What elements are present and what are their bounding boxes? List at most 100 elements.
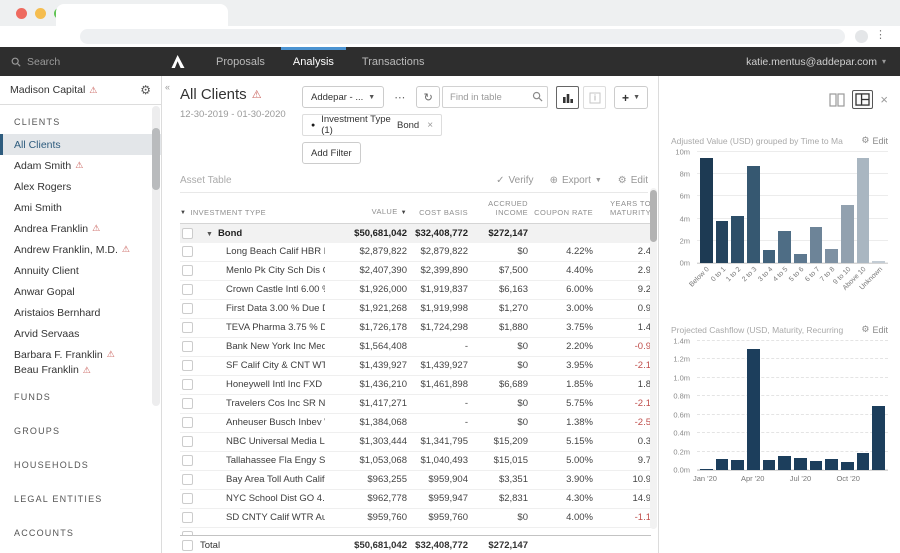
chart-bar[interactable] [810, 461, 823, 470]
chart-bar[interactable] [700, 469, 713, 470]
verify-button[interactable]: ✓Verify [496, 175, 533, 186]
chart-bar[interactable] [872, 406, 885, 471]
table-row[interactable]: Crown Castle Intl 6.00 % Due...$1,926,00… [180, 281, 651, 300]
remove-filter-icon[interactable]: × [427, 120, 433, 131]
row-checkbox[interactable] [182, 360, 193, 371]
org-selector[interactable]: Madison Capital ⚠ ⚙ [0, 76, 161, 105]
chart-bar[interactable] [794, 254, 807, 263]
table-row[interactable]: Menlo Pk City Sch Dis GO 4...$2,407,390$… [180, 262, 651, 281]
url-bar[interactable] [80, 29, 845, 44]
table-vertical-scrollbar-thumb[interactable] [650, 190, 657, 242]
row-checkbox[interactable] [182, 303, 193, 314]
row-checkbox[interactable] [182, 493, 193, 504]
col-accrued-income[interactable]: ACCRUED INCOME [468, 199, 528, 218]
nav-tab-transactions[interactable]: Transactions [348, 47, 439, 76]
total-row[interactable]: Total$50,681,042$32,408,772$272,147 [180, 535, 651, 553]
collapse-sidebar-icon[interactable]: « [165, 82, 170, 92]
row-checkbox[interactable] [182, 512, 193, 523]
nav-tab-proposals[interactable]: Proposals [202, 47, 279, 76]
sidebar-section-legal-entities[interactable]: LEGAL ENTITIES [0, 494, 161, 511]
table-row[interactable]: NYC School Dist GO 4.30 % ...$962,778$95… [180, 490, 651, 509]
table-row[interactable]: First Data 3.00 % Due Dec 31...$1,921,26… [180, 300, 651, 319]
table-row[interactable]: Honeywell Intl Inc FXD RT SR...$1,436,21… [180, 376, 651, 395]
chart-bar[interactable] [825, 459, 838, 470]
chart-bar[interactable] [872, 261, 885, 263]
chart-bar[interactable] [810, 227, 823, 263]
global-search[interactable]: Search [0, 56, 162, 68]
sidebar-item-client[interactable]: Aristaios Bernhard [0, 302, 161, 323]
refresh-button[interactable]: ↻ [416, 86, 440, 108]
table-vertical-scrollbar[interactable] [650, 188, 657, 529]
table-row[interactable]: Anheuser Busch Inbev World...$1,384,068-… [180, 414, 651, 433]
chart-bar[interactable] [778, 231, 791, 263]
chart-bar[interactable] [841, 462, 854, 470]
user-menu[interactable]: katie.mentus@addepar.com ▾ [746, 56, 900, 68]
row-checkbox[interactable] [182, 341, 193, 352]
row-checkbox[interactable] [182, 474, 193, 485]
chart-bar[interactable] [763, 460, 776, 470]
window-minimize-button[interactable] [35, 8, 46, 19]
chart-bar[interactable] [731, 460, 744, 470]
chart-bar[interactable] [794, 458, 807, 470]
more-options-button[interactable]: ⋯ [390, 86, 410, 108]
table-row[interactable]: SF Calif City & CNT WTR Rev...$1,439,927… [180, 357, 651, 376]
chart-bar[interactable] [747, 349, 760, 470]
sidebar-section-groups[interactable]: GROUPS [0, 426, 161, 443]
table-row[interactable]: Travelers Cos Inc SR NT B/E ...$1,417,27… [180, 395, 651, 414]
row-checkbox[interactable] [182, 436, 193, 447]
table-row[interactable]: Bay Area Toll Auth Calif Toll B...$963,2… [180, 471, 651, 490]
chart-bar[interactable] [841, 205, 854, 263]
sidebar-scrollbar-thumb[interactable] [152, 128, 160, 190]
col-cost-basis[interactable]: COST BASIS [407, 208, 468, 217]
table-row[interactable]: SD CNTY Calif WTR Auth Wa...$959,760$959… [180, 509, 651, 528]
col-years-to-maturity[interactable]: YEARS TO MATURITY [593, 199, 651, 218]
row-checkbox[interactable] [182, 417, 193, 428]
row-checkbox[interactable] [182, 455, 193, 466]
addepar-logo[interactable] [170, 54, 186, 69]
table-row[interactable]: NBC Universal Media LLC SR...$1,303,444$… [180, 433, 651, 452]
sidebar-section-funds[interactable]: FUNDS [0, 392, 161, 409]
row-checkbox[interactable] [182, 398, 193, 409]
chart-bar[interactable] [857, 453, 870, 470]
sidebar-item-client[interactable]: Ami Smith [0, 197, 161, 218]
table-row[interactable]: Bank New York Inc Medium ...$1,564,408-$… [180, 338, 651, 357]
chart-bar[interactable] [857, 158, 870, 263]
gear-icon[interactable]: ⚙ [140, 83, 151, 97]
chart-bar[interactable] [825, 249, 838, 263]
row-checkbox[interactable] [182, 322, 193, 333]
row-checkbox[interactable] [182, 228, 193, 239]
sidebar-section-accounts[interactable]: ACCOUNTS [0, 528, 161, 545]
nav-tab-analysis[interactable]: Analysis [279, 47, 348, 76]
sidebar-item-client[interactable]: Barbara F. Franklin⚠ [0, 344, 161, 365]
table-row[interactable]: TEVA Pharma 3.75 % Due Ju...$1,726,178$1… [180, 319, 651, 338]
expand-all-icon[interactable]: ▼ [180, 210, 186, 218]
layout-columns-icon[interactable] [829, 93, 845, 107]
browser-tab[interactable] [56, 4, 228, 26]
browser-menu-icon[interactable]: ⋮ [875, 28, 886, 41]
collapse-group-icon[interactable]: ▼ [206, 231, 213, 238]
sidebar-section-households[interactable]: HOUSEHOLDS [0, 460, 161, 477]
sidebar-item-client[interactable]: Alex Rogers [0, 176, 161, 197]
add-filter-button[interactable]: Add Filter [302, 142, 361, 164]
sidebar-item-client[interactable]: Anwar Gopal [0, 281, 161, 302]
add-component-button[interactable]: + ▼ [614, 86, 648, 109]
window-close-button[interactable] [16, 8, 27, 19]
sidebar-scrollbar[interactable] [152, 106, 160, 406]
chart-bar[interactable] [716, 221, 729, 263]
asset-table-header[interactable]: ▼ INVESTMENT TYPE VALUE▼ COST BASIS ACCR… [180, 193, 651, 224]
sidebar-item-client[interactable]: Arvid Servaas [0, 323, 161, 344]
chart-bar[interactable] [716, 459, 729, 470]
export-button[interactable]: ⊕Export▼ [550, 175, 602, 186]
table-row[interactable]: Long Beach Calif HBR Rev 4...$2,879,822$… [180, 243, 651, 262]
chart-bar[interactable] [763, 250, 776, 263]
sidebar-item-client[interactable]: Beau Franklin⚠ [0, 365, 161, 375]
row-checkbox[interactable] [182, 540, 193, 551]
edit-table-button[interactable]: ⚙Edit [618, 175, 648, 186]
layout-split-toggle[interactable] [852, 90, 873, 109]
chart-bar[interactable] [778, 456, 791, 470]
date-range[interactable]: 12-30-2019 - 01-30-2020 [180, 109, 296, 120]
filter-chip[interactable]: ● Investment Type (1) Bond × [302, 114, 442, 136]
sidebar-item-client[interactable]: Annuity Client [0, 260, 161, 281]
sidebar-item-client[interactable]: Adam Smith⚠ [0, 155, 161, 176]
row-checkbox[interactable] [182, 246, 193, 257]
